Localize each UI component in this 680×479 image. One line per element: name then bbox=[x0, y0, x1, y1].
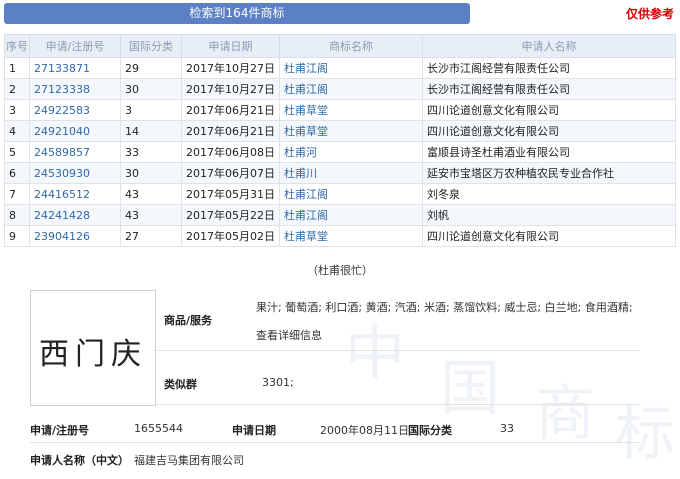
cell-index: 4 bbox=[4, 120, 30, 142]
watermark-char: 中 bbox=[345, 319, 405, 389]
cell-date: 2017年06月21日 bbox=[181, 99, 280, 121]
cell-applicant: 刘帆 bbox=[422, 204, 676, 226]
table-row[interactable]: 6 24530930 30 2017年06月07日 杜甫川 延安市宝塔区万农种植农民专业合… bbox=[4, 162, 676, 184]
cell-applicant: 长沙市江阁经营有限责任公司 bbox=[422, 78, 676, 100]
image-caption: （杜甫很忙） bbox=[307, 264, 373, 277]
table-row[interactable]: 4 24921040 14 2017年06月21日 杜甫草堂 四川论道创意文化有限公司 bbox=[4, 120, 676, 142]
applicant-value: 福建吉马集团有限公司 bbox=[134, 454, 244, 467]
cell-trademark-name[interactable]: 杜甫江阁 bbox=[279, 204, 423, 226]
view-details-link[interactable]: 查看详细信息 bbox=[256, 327, 322, 343]
cell-index: 3 bbox=[4, 99, 30, 121]
table-row[interactable]: 3 24922583 3 2017年06月21日 杜甫草堂 四川论道创意文化有限公司 bbox=[4, 99, 676, 121]
reg-no-label: 申请/注册号 bbox=[30, 424, 90, 437]
table-row[interactable]: 1 27133871 29 2017年10月27日 杜甫江阁 长沙市江阁经营有限责任公司 bbox=[4, 57, 676, 79]
cell-reg-no[interactable]: 27123338 bbox=[29, 78, 121, 100]
intl-class-label: 国际分类 bbox=[408, 424, 452, 437]
cell-applicant: 四川论道创意文化有限公司 bbox=[422, 225, 676, 247]
watermark-char: 商 bbox=[535, 379, 595, 449]
cell-date: 2017年06月21日 bbox=[181, 120, 280, 142]
cell-class: 3 bbox=[120, 99, 182, 121]
cell-class: 30 bbox=[120, 78, 182, 100]
cell-class: 33 bbox=[120, 141, 182, 163]
cell-applicant: 长沙市江阁经营有限责任公司 bbox=[422, 57, 676, 79]
cell-reg-no[interactable]: 24921040 bbox=[29, 120, 121, 142]
divider bbox=[156, 404, 640, 405]
cell-trademark-name[interactable]: 杜甫草堂 bbox=[279, 120, 423, 142]
cell-trademark-name[interactable]: 杜甫河 bbox=[279, 141, 423, 163]
cell-date: 2017年06月08日 bbox=[181, 141, 280, 163]
apply-date-value: 2000年08月11日 bbox=[320, 424, 409, 437]
applicant-label: 申请人名称（中文） bbox=[30, 454, 129, 467]
cell-applicant: 富顺县诗圣杜甫酒业有限公司 bbox=[422, 141, 676, 163]
cell-date: 2017年05月22日 bbox=[181, 204, 280, 226]
similar-group-label: 类似群 bbox=[164, 378, 197, 391]
cell-index: 8 bbox=[4, 204, 30, 226]
cell-applicant: 刘冬泉 bbox=[422, 183, 676, 205]
cell-trademark-name[interactable]: 杜甫江阁 bbox=[279, 183, 423, 205]
col-header-applicant: 申请人名称 bbox=[422, 34, 676, 58]
divider bbox=[30, 442, 640, 443]
cell-class: 29 bbox=[120, 57, 182, 79]
cell-applicant: 四川论道创意文化有限公司 bbox=[422, 99, 676, 121]
cell-reg-no[interactable]: 24530930 bbox=[29, 162, 121, 184]
cell-date: 2017年05月02日 bbox=[181, 225, 280, 247]
apply-date-label: 申请日期 bbox=[232, 424, 276, 437]
col-header-index: 序号 bbox=[4, 34, 30, 58]
cell-reg-no[interactable]: 27133871 bbox=[29, 57, 121, 79]
col-header-class: 国际分类 bbox=[120, 34, 182, 58]
cell-trademark-name[interactable]: 杜甫草堂 bbox=[279, 99, 423, 121]
divider bbox=[156, 350, 640, 351]
cell-index: 5 bbox=[4, 141, 30, 163]
goods-value: 果汁; 葡萄酒; 利口酒; 黄酒; 汽酒; 米酒; 蒸馏饮料; 威士忌; 白兰地… bbox=[256, 301, 633, 314]
cell-applicant: 延安市宝塔区万农种植农民专业合作社 bbox=[422, 162, 676, 184]
cell-index: 7 bbox=[4, 183, 30, 205]
col-header-date: 申请日期 bbox=[181, 34, 280, 58]
col-header-reg-no: 申请/注册号 bbox=[29, 34, 121, 58]
cell-date: 2017年06月07日 bbox=[181, 162, 280, 184]
goods-label: 商品/服务 bbox=[164, 314, 213, 327]
watermark-char: 国 bbox=[440, 354, 500, 424]
cell-trademark-name[interactable]: 杜甫江阁 bbox=[279, 78, 423, 100]
cell-trademark-name[interactable]: 杜甫草堂 bbox=[279, 225, 423, 247]
cell-index: 1 bbox=[4, 57, 30, 79]
watermark-char: 标 bbox=[615, 399, 675, 469]
col-header-trademark-name: 商标名称 bbox=[279, 34, 423, 58]
cell-reg-no[interactable]: 24416512 bbox=[29, 183, 121, 205]
cell-applicant: 四川论道创意文化有限公司 bbox=[422, 120, 676, 142]
trademark-logo: 西门庆 bbox=[30, 290, 156, 406]
trademark-logo-text: 西门庆 bbox=[39, 337, 147, 372]
cell-class: 43 bbox=[120, 183, 182, 205]
table-row[interactable]: 8 24241428 43 2017年05月22日 杜甫江阁 刘帆 bbox=[4, 204, 676, 226]
cell-date: 2017年10月27日 bbox=[181, 78, 280, 100]
reg-no-value: 1655544 bbox=[134, 422, 183, 435]
similar-group-value: 3301; bbox=[262, 376, 294, 389]
table-row[interactable]: 7 24416512 43 2017年05月31日 杜甫江阁 刘冬泉 bbox=[4, 183, 676, 205]
cell-index: 9 bbox=[4, 225, 30, 247]
cell-index: 2 bbox=[4, 78, 30, 100]
cell-reg-no[interactable]: 24589857 bbox=[29, 141, 121, 163]
table-row[interactable]: 2 27123338 30 2017年10月27日 杜甫江阁 长沙市江阁经营有限责任公司 bbox=[4, 78, 676, 100]
reference-note: 仅供参考 bbox=[625, 7, 674, 21]
table-row[interactable]: 9 23904126 27 2017年05月02日 杜甫草堂 四川论道创意文化有限公司 bbox=[4, 225, 676, 247]
cell-class: 27 bbox=[120, 225, 182, 247]
cell-trademark-name[interactable]: 杜甫川 bbox=[279, 162, 423, 184]
cell-class: 14 bbox=[120, 120, 182, 142]
cell-class: 30 bbox=[120, 162, 182, 184]
search-result-count: 检索到164件商标 bbox=[4, 3, 470, 24]
cell-reg-no[interactable]: 23904126 bbox=[29, 225, 121, 247]
cell-reg-no[interactable]: 24241428 bbox=[29, 204, 121, 226]
intl-class-value: 33 bbox=[500, 422, 514, 435]
cell-index: 6 bbox=[4, 162, 30, 184]
trademark-results-table: 序号 申请/注册号 国际分类 申请日期 商标名称 申请人名称 1 27133871… bbox=[4, 34, 676, 247]
cell-trademark-name[interactable]: 杜甫江阁 bbox=[279, 57, 423, 79]
cell-reg-no[interactable]: 24922583 bbox=[29, 99, 121, 121]
table-header-row: 序号 申请/注册号 国际分类 申请日期 商标名称 申请人名称 bbox=[4, 34, 676, 58]
cell-date: 2017年05月31日 bbox=[181, 183, 280, 205]
table-row[interactable]: 5 24589857 33 2017年06月08日 杜甫河 富顺县诗圣杜甫酒业有限公司 bbox=[4, 141, 676, 163]
cell-date: 2017年10月27日 bbox=[181, 57, 280, 79]
cell-class: 43 bbox=[120, 204, 182, 226]
